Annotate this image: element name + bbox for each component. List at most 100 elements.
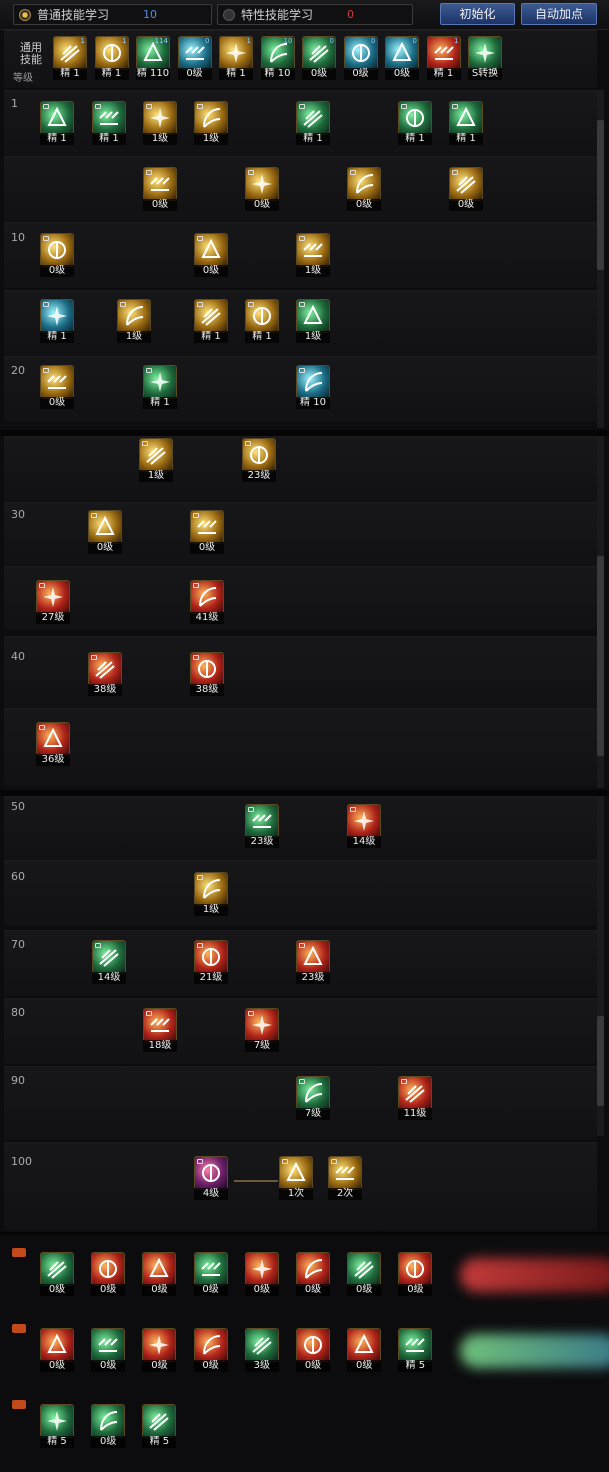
tab-normal-skill[interactable]: 普通技能学习 10: [13, 4, 212, 25]
general-skill-slot[interactable]: 0 0级: [343, 36, 378, 80]
tree-skill-slot[interactable]: 0级: [449, 167, 483, 211]
tree-skill-slot[interactable]: 36级: [36, 722, 70, 766]
tree-skill-slot[interactable]: 1级: [194, 101, 228, 145]
skill-icon: [468, 36, 502, 70]
skill-icon: [194, 940, 228, 974]
special-skill-slot[interactable]: 0级: [347, 1328, 382, 1372]
special-skill-slot[interactable]: 0级: [91, 1252, 126, 1296]
tree-skill-slot[interactable]: 38级: [190, 652, 224, 696]
skill-level-text: 0级: [142, 1360, 177, 1372]
special-skill-slot[interactable]: 0级: [347, 1252, 382, 1296]
tree-skill-slot[interactable]: 1级: [139, 438, 173, 482]
tree-skill-slot[interactable]: 1级: [296, 299, 330, 343]
special-skill-slot[interactable]: 0级: [142, 1328, 177, 1372]
tree-skill-slot[interactable]: 7级: [296, 1076, 330, 1120]
tree-skill-slot[interactable]: 0级: [245, 167, 279, 211]
tree-skill-slot[interactable]: 精 1: [143, 365, 177, 409]
skill-icon: 0: [302, 36, 336, 70]
tree-skill-slot[interactable]: 41级: [190, 580, 224, 624]
tree-skill-slot[interactable]: 0级: [40, 365, 74, 409]
tree-skill-slot[interactable]: 1次: [279, 1156, 313, 1200]
tree-skill-slot[interactable]: 精 1: [245, 299, 279, 343]
general-skill-slot[interactable]: 0 0级: [385, 36, 419, 80]
scrollbar[interactable]: [597, 796, 604, 1136]
tree-skill-slot[interactable]: 1级: [117, 299, 151, 343]
general-skill-slot[interactable]: 1 精 1: [426, 36, 461, 80]
skill-level-text: 14级: [347, 836, 381, 848]
general-skill-slot[interactable]: 0 0级: [177, 36, 212, 80]
scrollbar-thumb[interactable]: [597, 120, 604, 270]
skill-icon: [194, 299, 228, 333]
tree-skill-slot[interactable]: 精 1: [92, 101, 126, 145]
skill-icon: [296, 940, 330, 974]
skill-level-text: 0级: [343, 68, 378, 80]
special-skill-slot[interactable]: 精 5: [142, 1404, 177, 1448]
tree-skill-slot[interactable]: 18级: [143, 1008, 177, 1052]
tree-skill-slot[interactable]: 1级: [143, 101, 177, 145]
scrollbar[interactable]: [597, 436, 604, 788]
special-skill-slot[interactable]: 0级: [40, 1252, 74, 1296]
general-skill-slot[interactable]: 0 0级: [302, 36, 336, 80]
tree-skill-slot[interactable]: 23级: [242, 438, 276, 482]
general-skill-slot[interactable]: 1 精 1: [94, 36, 129, 80]
general-skill-slot[interactable]: S转换: [468, 36, 502, 80]
tree-skill-slot[interactable]: 0级: [88, 510, 122, 554]
tree-skill-slot[interactable]: 14级: [347, 804, 381, 848]
skill-level-text: 精 1: [40, 331, 74, 343]
general-skill-slot[interactable]: 1 精 1: [53, 36, 87, 80]
tree-skill-slot[interactable]: 11级: [398, 1076, 432, 1120]
special-skill-slot[interactable]: 0级: [40, 1328, 74, 1372]
tree-skill-slot[interactable]: 4级: [194, 1156, 228, 1200]
tree-skill-slot[interactable]: 0级: [40, 233, 74, 277]
skill-max-level: 1: [80, 37, 85, 45]
tree-skill-slot[interactable]: 精 1: [40, 299, 74, 343]
special-skill-slot[interactable]: 精 5: [398, 1328, 433, 1372]
general-skill-slot[interactable]: 10 精 10: [260, 36, 295, 80]
special-skill-slot[interactable]: 0级: [296, 1252, 330, 1296]
tree-skill-slot[interactable]: 精 1: [398, 101, 432, 145]
general-skill-slot[interactable]: 114 精 110: [136, 36, 170, 80]
tree-skill-slot[interactable]: 1级: [194, 872, 228, 916]
special-skill-slot[interactable]: 0级: [91, 1404, 126, 1448]
lock-icon: [43, 104, 49, 109]
tree-skill-slot[interactable]: 23级: [245, 804, 279, 848]
skill-level-text: 3级: [244, 1360, 279, 1372]
skill-max-level: 0: [329, 37, 334, 45]
scrollbar-thumb[interactable]: [597, 1016, 604, 1106]
scrollbar[interactable]: [597, 90, 604, 428]
tree-skill-slot[interactable]: 27级: [36, 580, 70, 624]
tree-skill-slot[interactable]: 0级: [347, 167, 381, 211]
tree-skill-slot[interactable]: 精 1: [449, 101, 483, 145]
scrollbar-thumb[interactable]: [597, 556, 604, 756]
tree-skill-slot[interactable]: 23级: [296, 940, 330, 984]
tree-skill-slot[interactable]: 21级: [194, 940, 228, 984]
special-skill-slot[interactable]: 0级: [398, 1252, 433, 1296]
special-skill-slot[interactable]: 0级: [244, 1252, 279, 1296]
skill-level-text: 0级: [347, 1360, 382, 1372]
tree-skill-slot[interactable]: 精 1: [194, 299, 228, 343]
general-skill-slot[interactable]: 1 精 1: [219, 36, 253, 80]
tree-skill-slot[interactable]: 精 1: [296, 101, 330, 145]
auto-assign-button[interactable]: 自动加点: [521, 3, 597, 25]
tree-skill-slot[interactable]: 0级: [143, 167, 177, 211]
special-skill-slot[interactable]: 0级: [193, 1252, 228, 1296]
special-skill-slot[interactable]: 0级: [296, 1328, 330, 1372]
special-skill-slot[interactable]: 3级: [244, 1328, 279, 1372]
tree-skill-slot[interactable]: 38级: [88, 652, 122, 696]
special-skill-slot[interactable]: 0级: [142, 1252, 177, 1296]
special-skill-slot[interactable]: 0级: [193, 1328, 228, 1372]
tree-skill-slot[interactable]: 2次: [328, 1156, 362, 1200]
tree-skill-slot[interactable]: 1级: [296, 233, 330, 277]
special-skill-slot[interactable]: 精 5: [40, 1404, 74, 1448]
skill-level-text: 0级: [40, 265, 74, 277]
tree-skill-slot[interactable]: 7级: [245, 1008, 279, 1052]
tree-skill-slot[interactable]: 0级: [190, 510, 224, 554]
special-skill-slot[interactable]: 0级: [91, 1328, 126, 1372]
tree-skill-slot[interactable]: 0级: [194, 233, 228, 277]
tree-skill-slot[interactable]: 14级: [92, 940, 126, 984]
skill-icon: [91, 1404, 126, 1438]
tree-skill-slot[interactable]: 精 10: [296, 365, 330, 409]
tree-skill-slot[interactable]: 精 1: [40, 101, 74, 145]
tab-special-skill[interactable]: 特性技能学习 0: [217, 4, 413, 25]
reset-button[interactable]: 初始化: [440, 3, 515, 25]
